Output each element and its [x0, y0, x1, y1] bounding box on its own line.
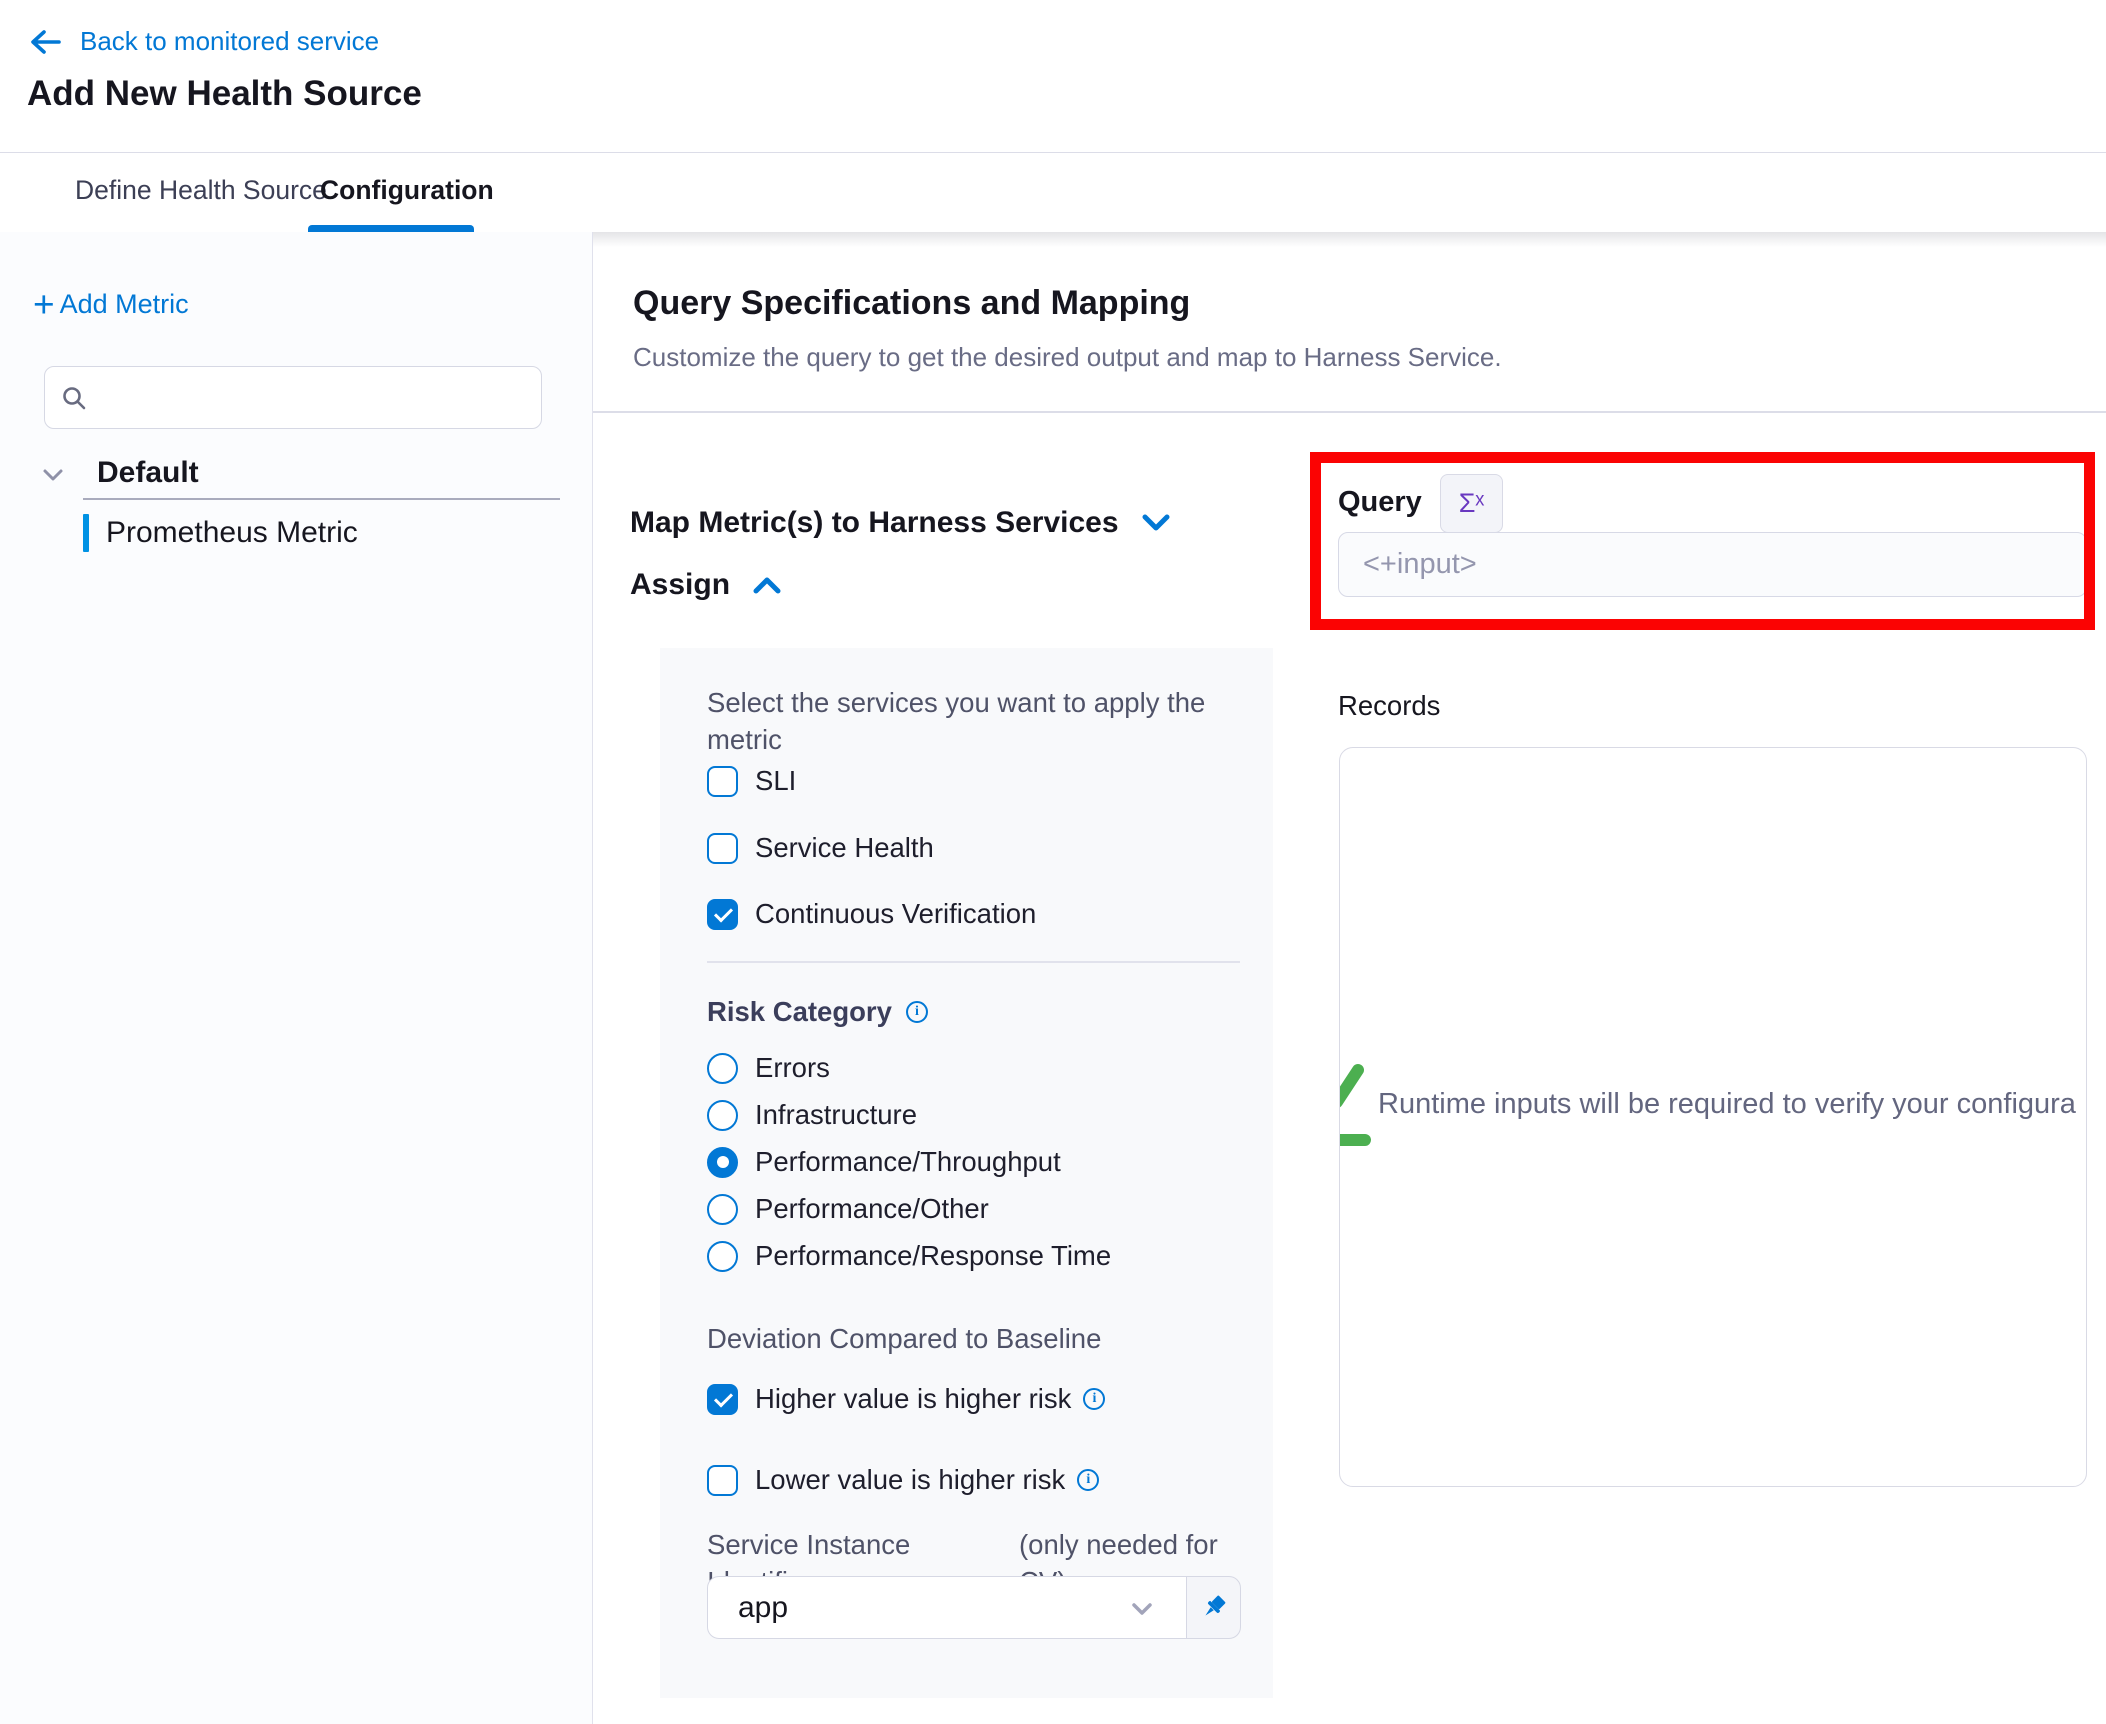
checkbox-row-higher-risk[interactable]: Higher value is higher risk — [707, 1383, 1105, 1415]
errors-radio[interactable] — [707, 1053, 738, 1084]
radio-row-performance-throughput[interactable]: Performance/Throughput — [707, 1146, 1061, 1178]
active-tab-underline — [308, 225, 474, 232]
sli-label: SLI — [755, 765, 796, 797]
search-icon — [61, 385, 88, 412]
radio-row-performance-response-time[interactable]: Performance/Response Time — [707, 1240, 1111, 1272]
add-health-source-page: Back to monitored service Add New Health… — [0, 0, 2106, 1724]
metric-search-input[interactable] — [44, 366, 542, 429]
chevron-down-icon — [42, 468, 64, 487]
service-health-label: Service Health — [755, 832, 934, 864]
expression-sigma-button[interactable]: Σˣ — [1440, 474, 1503, 533]
page-title: Add New Health Source — [27, 74, 422, 114]
risk-category-header: Risk Category — [707, 996, 928, 1028]
performance-response-time-label: Performance/Response Time — [755, 1240, 1111, 1272]
assign-section-toggle[interactable]: Assign — [630, 568, 782, 602]
radio-row-errors[interactable]: Errors — [707, 1052, 830, 1084]
higher-value-label: Higher value is higher risk — [755, 1383, 1071, 1415]
section-subheading: Customize the query to get the desired o… — [633, 342, 1502, 373]
services-question-label: Select the services you want to apply th… — [707, 684, 1227, 758]
continuous-verification-checkbox[interactable] — [707, 899, 738, 930]
metric-item-label: Prometheus Metric — [106, 516, 358, 550]
query-input[interactable]: <+input> — [1338, 532, 2087, 597]
radio-row-performance-other[interactable]: Performance/Other — [707, 1193, 989, 1225]
assign-section-label: Assign — [630, 568, 730, 602]
map-metrics-section-toggle[interactable]: Map Metric(s) to Harness Services — [630, 506, 1171, 540]
errors-label: Errors — [755, 1052, 830, 1084]
tab-bar: Define Health Source Configuration — [0, 152, 2106, 232]
records-panel: Runtime inputs will be required to verif… — [1339, 747, 2087, 1487]
performance-other-radio[interactable] — [707, 1194, 738, 1225]
query-label: Query — [1338, 486, 1422, 519]
service-health-checkbox[interactable] — [707, 833, 738, 864]
metric-group-label: Default — [97, 456, 199, 490]
infrastructure-label: Infrastructure — [755, 1099, 917, 1131]
section-heading: Query Specifications and Mapping — [633, 284, 1190, 323]
records-message: Runtime inputs will be required to verif… — [1378, 1088, 2083, 1121]
info-icon[interactable] — [906, 1001, 928, 1023]
tab-define-health-source[interactable]: Define Health Source — [75, 175, 327, 206]
lower-value-checkbox[interactable] — [707, 1465, 738, 1496]
pin-button[interactable] — [1186, 1576, 1241, 1639]
infrastructure-radio[interactable] — [707, 1100, 738, 1131]
records-label: Records — [1338, 690, 1440, 722]
checkbox-row-sli[interactable]: SLI — [707, 765, 796, 797]
chevron-down-icon — [1141, 513, 1171, 533]
pin-icon — [1197, 1592, 1229, 1624]
service-instance-value: app — [738, 1591, 788, 1625]
higher-value-checkbox[interactable] — [707, 1384, 738, 1415]
query-input-value: <+input> — [1363, 548, 1477, 581]
checkbox-row-lower-risk[interactable]: Lower value is higher risk — [707, 1464, 1099, 1496]
info-icon[interactable] — [1077, 1469, 1099, 1491]
chevron-down-icon — [1130, 1602, 1154, 1616]
risk-category-label: Risk Category — [707, 996, 892, 1028]
back-link[interactable]: Back to monitored service — [28, 26, 379, 57]
info-icon[interactable] — [1083, 1388, 1105, 1410]
add-metric-label: Add Metric — [60, 289, 189, 320]
chevron-up-icon — [752, 575, 782, 595]
group-divider — [83, 498, 560, 500]
deviation-label: Deviation Compared to Baseline — [707, 1320, 1101, 1357]
metric-group-default[interactable]: Default — [0, 456, 593, 496]
service-instance-select[interactable]: app — [707, 1576, 1187, 1639]
back-arrow-icon — [28, 27, 62, 57]
heading-divider — [593, 411, 2106, 413]
plus-icon: + — [33, 286, 55, 323]
sidebar-item-prometheus-metric[interactable]: Prometheus Metric — [0, 512, 593, 554]
radio-row-infrastructure[interactable]: Infrastructure — [707, 1099, 917, 1131]
checkbox-row-service-health[interactable]: Service Health — [707, 832, 934, 864]
performance-other-label: Performance/Other — [755, 1193, 989, 1225]
sli-checkbox[interactable] — [707, 766, 738, 797]
performance-response-time-radio[interactable] — [707, 1241, 738, 1272]
continuous-verification-label: Continuous Verification — [755, 898, 1036, 930]
lower-value-label: Lower value is higher risk — [755, 1464, 1065, 1496]
performance-throughput-label: Performance/Throughput — [755, 1146, 1061, 1178]
metrics-sidebar: + Add Metric Default Prometheus Metric — [0, 232, 593, 1724]
map-metrics-section-label: Map Metric(s) to Harness Services — [630, 506, 1119, 540]
panel-divider — [707, 961, 1240, 963]
add-metric-button[interactable]: + Add Metric — [33, 286, 189, 323]
performance-throughput-radio[interactable] — [707, 1147, 738, 1178]
back-link-label[interactable]: Back to monitored service — [80, 26, 379, 57]
tab-configuration[interactable]: Configuration — [320, 175, 494, 206]
selected-metric-indicator — [83, 514, 89, 552]
checkbox-row-continuous-verification[interactable]: Continuous Verification — [707, 898, 1036, 930]
